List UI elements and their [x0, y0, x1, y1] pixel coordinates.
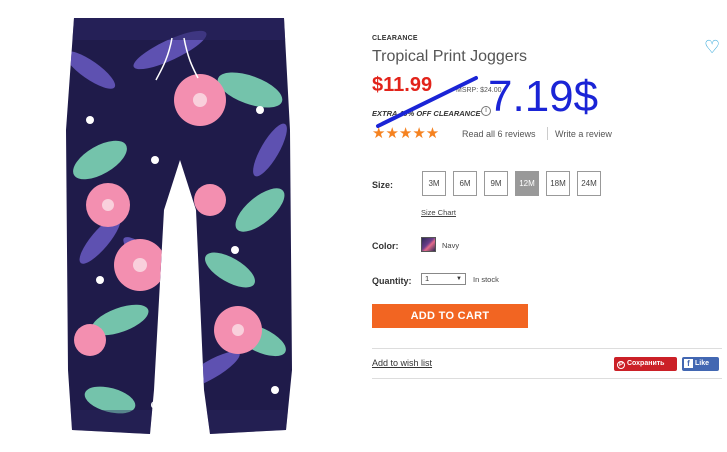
size-chart-link[interactable]: Size Chart	[421, 208, 456, 217]
caret-down-icon: ▼	[456, 276, 462, 282]
product-price: $11.99	[372, 74, 433, 96]
color-swatch-navy[interactable]	[421, 237, 436, 252]
divider	[372, 378, 722, 379]
clearance-promo: EXTRA 40% OFF CLEARANCE	[372, 109, 481, 118]
size-option-6m[interactable]: 6M	[453, 171, 477, 196]
heart-icon[interactable]: ♡	[704, 38, 722, 56]
clearance-tag: CLEARANCE	[372, 35, 418, 42]
color-name: Navy	[442, 241, 460, 250]
facebook-icon: f	[684, 359, 693, 368]
pinterest-icon: P	[617, 361, 625, 369]
size-option-24m[interactable]: 24M	[577, 171, 601, 196]
pinterest-label: Сохранить	[627, 360, 665, 367]
add-to-cart-button[interactable]: ADD TO CART	[372, 304, 528, 328]
size-option-9m[interactable]: 9M	[484, 171, 508, 196]
color-label: Color:	[372, 241, 399, 251]
size-option-12m[interactable]: 12M	[515, 171, 539, 196]
read-reviews-link[interactable]: Read all 6 reviews	[462, 129, 536, 139]
quantity-label: Quantity:	[372, 276, 412, 286]
facebook-label: Like	[695, 360, 710, 367]
add-to-wishlist-link[interactable]: Add to wish list	[372, 358, 432, 368]
stock-status: In stock	[473, 275, 499, 284]
write-review-link[interactable]: Write a review	[555, 129, 612, 139]
quantity-value: 1	[425, 274, 430, 283]
pinterest-save-button[interactable]: P Сохранить	[614, 357, 677, 371]
product-title: Tropical Print Joggers	[372, 48, 528, 65]
facebook-like-button[interactable]: f Like	[682, 357, 719, 371]
size-option-3m[interactable]: 3M	[422, 171, 446, 196]
handwritten-price: 7.19$	[488, 72, 599, 121]
size-option-18m[interactable]: 18M	[546, 171, 570, 196]
divider	[372, 348, 722, 349]
size-label: Size:	[372, 180, 394, 190]
quantity-select[interactable]: 1 ▼	[421, 273, 466, 285]
rating-stars: ★★★★★	[372, 125, 440, 142]
divider	[547, 127, 548, 140]
product-image	[66, 18, 292, 434]
